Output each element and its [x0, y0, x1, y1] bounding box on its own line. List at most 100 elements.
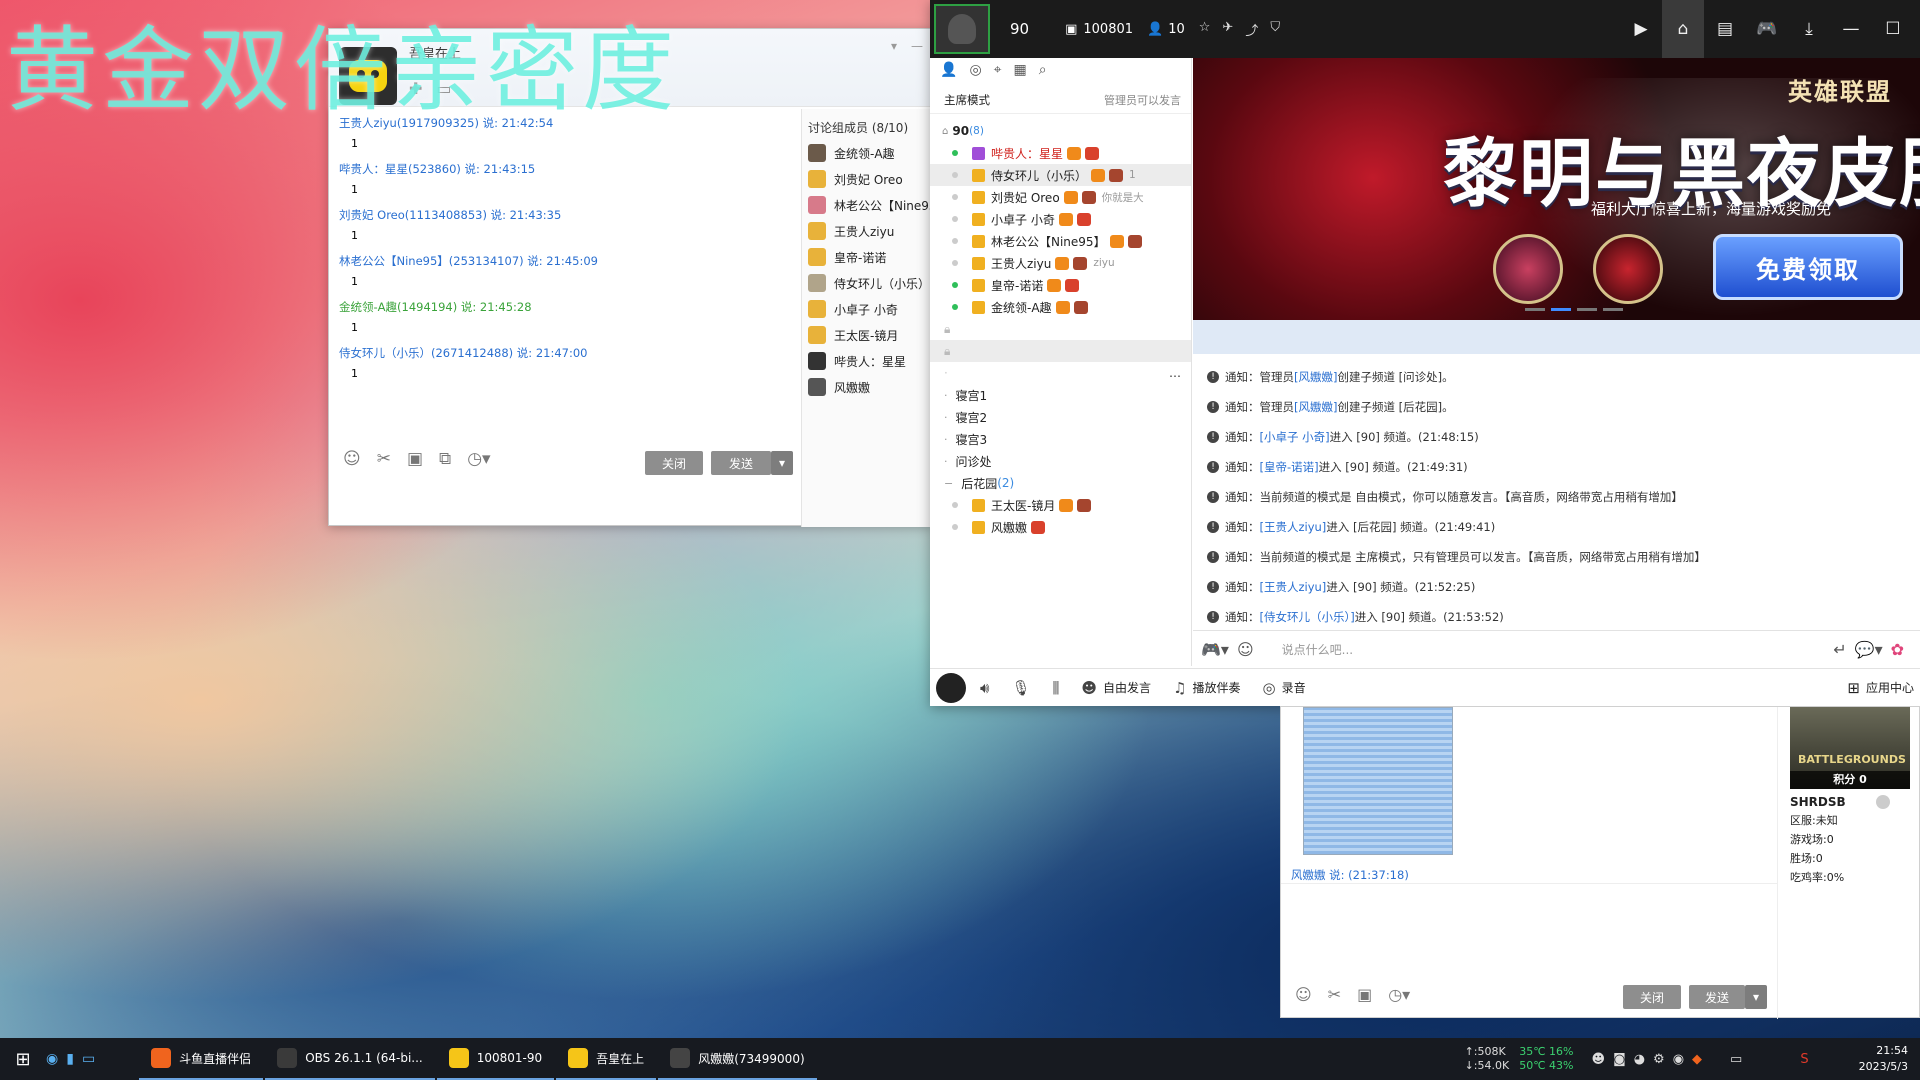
send-button[interactable]: 发送 — [1689, 985, 1745, 1009]
claim-free-button[interactable]: 免费领取 — [1713, 234, 1903, 300]
message-header[interactable]: 刘贵妃 Oreo(1113408853) 说: 21:43:35 — [339, 207, 789, 223]
close-button[interactable]: 关闭 — [1623, 985, 1681, 1009]
expand-icon[interactable]: · — [944, 411, 948, 424]
star-icon[interactable]: ☆ — [1199, 20, 1211, 39]
play-music-button[interactable]: ♫ 播放伴奏 — [1173, 679, 1240, 697]
notice-user-link[interactable]: [风嫐嫐] — [1294, 399, 1337, 415]
message-header[interactable]: 王贵人ziyu(1917909325) 说: 21:42:54 — [339, 115, 789, 131]
chat-image-thumbnail[interactable] — [1303, 707, 1453, 855]
window-icon[interactable]: ▭ — [82, 1051, 95, 1067]
sub-channel[interactable]: · 问诊处 — [930, 450, 1191, 472]
emoji-icon[interactable]: ☺ — [1237, 640, 1254, 659]
room-logo[interactable] — [934, 4, 990, 54]
channel-user[interactable]: 刘贵妃 Oreo 你就是大 — [930, 186, 1191, 208]
game-card[interactable]: BATTLEGROUNDS 积分 0 — [1790, 707, 1910, 789]
display-icon[interactable]: ▭ — [1730, 1052, 1742, 1067]
layout-icon[interactable]: ▤ — [1704, 0, 1746, 58]
sub-channel[interactable]: · 寝宫2 — [930, 406, 1191, 428]
channel-user[interactable]: 王太医-镜月 — [930, 494, 1191, 516]
taskbar-app[interactable]: 斗鱼直播伴侣 — [139, 1038, 264, 1080]
avatar[interactable] — [936, 672, 966, 703]
microphone-icon[interactable]: 🎙︎ — [1011, 679, 1030, 697]
screenshot-icon[interactable]: ⧉ — [439, 449, 451, 469]
qq-icon[interactable]: ◕ — [1634, 1052, 1645, 1067]
member-item[interactable]: 侍女环儿（小乐） — [802, 270, 933, 296]
gamepad-icon[interactable]: 🎮 — [1746, 0, 1788, 58]
notice-user-link[interactable]: [王贵人ziyu] — [1260, 519, 1327, 535]
history-icon[interactable]: ◷▾ — [1388, 985, 1410, 1004]
promo-banner[interactable]: 英雄联盟 黎明与黑夜皮肤 福利大厅惊喜上新，海量游戏奖励免 免费领取 — [1193, 58, 1920, 320]
taskbar-app[interactable]: 100801-90 — [436, 1038, 555, 1080]
notice-user-link[interactable]: [小卓子 小奇] — [1260, 429, 1330, 445]
expand-icon[interactable]: · — [944, 455, 948, 468]
home-icon[interactable]: ⌂ — [1662, 0, 1704, 58]
close-button[interactable]: 关闭 — [645, 451, 703, 475]
plane-icon[interactable]: ✈ — [1222, 20, 1233, 39]
dropdown-icon[interactable]: ▾ — [891, 39, 897, 53]
windows-start-icon[interactable]: ⊞ — [0, 1038, 46, 1080]
notice-user-link[interactable]: [侍女环儿（小乐）] — [1260, 609, 1355, 625]
location-icon[interactable]: ⌖ — [994, 62, 1002, 82]
taskbar-app[interactable]: 吾皇在上 — [556, 1038, 657, 1080]
douyu-icon[interactable]: ◆ — [1692, 1052, 1702, 1067]
collapse-icon[interactable]: − — [944, 477, 953, 490]
share-icon[interactable]: ⤴ — [1245, 20, 1258, 39]
add-member-icon[interactable]: ✚ — [409, 79, 422, 98]
channel-user[interactable]: 小卓子 小奇 — [930, 208, 1191, 230]
message-header[interactable]: 金统领-A趣(1494194) 说: 21:45:28 — [339, 299, 789, 315]
history-icon[interactable]: ◷▾ — [467, 449, 490, 469]
speaker-icon[interactable]: 🔊︎ — [980, 679, 989, 697]
send-options-icon[interactable]: ▾ — [771, 451, 793, 475]
emoji-icon[interactable]: ☺ — [343, 449, 361, 469]
member-item[interactable]: 王太医-镜月 — [802, 322, 933, 348]
member-item[interactable]: 小卓子 小奇 — [802, 296, 933, 322]
edge-icon[interactable]: ◉ — [46, 1051, 58, 1067]
gamepad-icon[interactable]: 🎮▾ — [1201, 640, 1229, 659]
send-options-icon[interactable]: ▾ — [1745, 985, 1767, 1009]
channel-user[interactable]: 哔贵人：星星 — [930, 142, 1191, 164]
scissors-icon[interactable]: ✂ — [1328, 985, 1341, 1004]
group-avatar[interactable] — [339, 47, 397, 105]
message-input[interactable]: 说点什么吧... — [1282, 641, 1834, 658]
emoji-icon[interactable]: ☺ — [1295, 985, 1312, 1004]
member-item[interactable]: 风嫐嫐 — [802, 374, 933, 400]
expand-icon[interactable]: · — [944, 433, 948, 446]
channel-user[interactable]: 林老公公【Nine95】 — [930, 230, 1191, 252]
sub-channel[interactable]: − 后花园 (2) — [930, 472, 1191, 494]
channel-user[interactable]: 侍女环儿（小乐） 1 — [930, 164, 1191, 186]
enter-icon[interactable]: ↵ — [1833, 640, 1846, 659]
channel-user[interactable]: 金统领-A趣 — [930, 296, 1191, 318]
message-header[interactable]: 哔贵人：星星(523860) 说: 21:43:15 — [339, 161, 789, 177]
member-item[interactable]: 林老公公【Nine95 — [802, 192, 933, 218]
sub-channel[interactable]: · 寝宫3 — [930, 428, 1191, 450]
minimize-icon[interactable]: — — [1830, 0, 1872, 58]
sub-channel[interactable]: · 寝宫1 — [930, 384, 1191, 406]
member-item[interactable]: 皇帝-诺诺 — [802, 244, 933, 270]
maximize-icon[interactable]: ☐ — [1872, 0, 1914, 58]
member-item[interactable]: 哔贵人：星星 — [802, 348, 933, 374]
message-header[interactable]: 林老公公【Nine95】(253134107) 说: 21:45:09 — [339, 253, 789, 269]
member-item[interactable]: 金统领-A趣 — [802, 140, 933, 166]
banner-pager[interactable] — [1525, 308, 1623, 311]
send-button[interactable]: 发送 — [711, 451, 771, 475]
chat-bubble-icon[interactable]: 💬▾ — [1855, 640, 1883, 659]
list-icon[interactable]: ▦ — [1014, 62, 1027, 82]
channel-user[interactable]: 王贵人ziyu ziyu — [930, 252, 1191, 274]
channel-user[interactable]: 皇帝-诺诺 — [930, 274, 1191, 296]
person-icon[interactable]: 👤 — [940, 62, 957, 82]
member-item[interactable]: 王贵人ziyu — [802, 218, 933, 244]
video-icon[interactable]: ▶ — [1620, 0, 1662, 58]
wechat-icon[interactable]: ◙ — [1613, 1052, 1626, 1067]
shield-icon[interactable]: ⛉ — [1270, 20, 1280, 39]
image-icon[interactable]: ▣ — [1357, 985, 1372, 1004]
download-icon[interactable]: ⤓ — [1788, 0, 1830, 58]
steam-icon[interactable]: ⚙ — [1653, 1052, 1665, 1067]
scissors-icon[interactable]: ✂ — [377, 449, 391, 469]
minimize-icon[interactable]: — — [911, 39, 923, 53]
taskbar-app[interactable]: OBS 26.1.1 (64-bi... — [265, 1038, 435, 1080]
taskbar-app[interactable]: 风嫐嫐(73499000) — [658, 1038, 817, 1080]
image-icon[interactable]: ▣ — [407, 449, 423, 469]
expand-icon[interactable]: · — [944, 389, 948, 402]
free-speak-button[interactable]: ☻ 自由发言 — [1081, 679, 1151, 697]
notice-user-link[interactable]: [王贵人ziyu] — [1260, 579, 1327, 595]
